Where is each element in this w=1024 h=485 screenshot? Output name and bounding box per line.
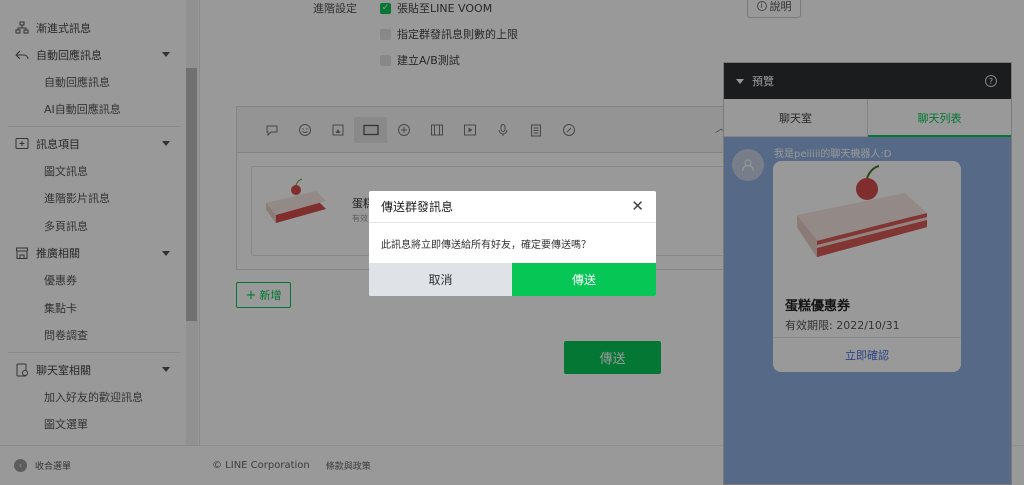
- send-confirm-dialog: 傳送群發訊息 ✕ 此訊息將立即傳送給所有好友，確定要傳送嗎？ 取消 傳送: [369, 191, 656, 296]
- dialog-buttons: 取消 傳送: [369, 263, 656, 296]
- dialog-message: 此訊息將立即傳送給所有好友，確定要傳送嗎？: [381, 239, 591, 251]
- cancel-button[interactable]: 取消: [369, 263, 512, 296]
- dialog-header: 傳送群發訊息 ✕: [369, 191, 656, 223]
- close-icon[interactable]: ✕: [631, 199, 644, 214]
- confirm-send-button[interactable]: 傳送: [512, 263, 656, 296]
- dialog-title: 傳送群發訊息: [381, 200, 454, 214]
